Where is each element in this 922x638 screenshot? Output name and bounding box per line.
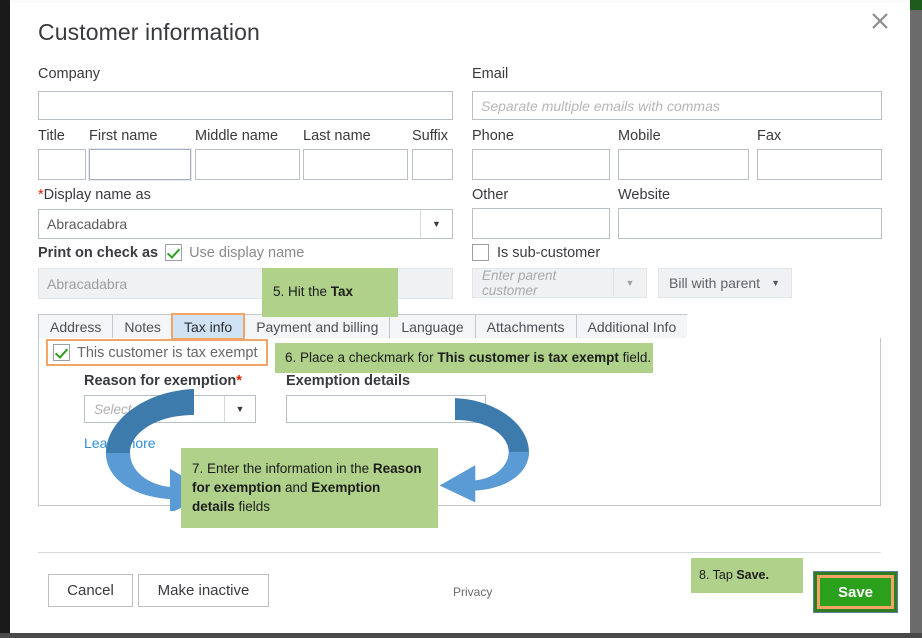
chevron-down-icon: ▼ [771,278,780,288]
reason-placeholder: Select reason [85,396,224,422]
chevron-down-icon[interactable]: ▼ [224,396,255,422]
required-marker: * [236,373,242,389]
other-row-labels: Other Website [472,186,882,206]
close-icon[interactable] [866,7,894,35]
annotation-step-5-bold: Tax [331,284,353,299]
privacy-link[interactable]: Privacy [453,585,492,599]
email-input[interactable] [472,91,882,120]
annotation-step-7-mid: and [281,480,311,495]
tab-attachments[interactable]: Attachments [475,314,576,339]
email-label: Email [472,65,508,83]
footer-divider [38,552,881,553]
other-row-inputs [472,208,882,240]
save-button[interactable]: Save [817,575,894,609]
last-name-input[interactable] [303,149,408,180]
annotation-step-6: 6. Place a checkmark for This customer i… [275,343,653,373]
display-name-label-text: Display name as [44,187,151,203]
exemption-details-input[interactable] [286,395,486,423]
save-button-highlight: Save [813,571,898,613]
annotation-step-5: 5. Hit the Tax [262,268,398,317]
cancel-button[interactable]: Cancel [48,574,133,607]
make-inactive-button[interactable]: Make inactive [138,574,269,607]
annotation-step-7: 7. Enter the information in the Reason f… [181,448,438,528]
first-name-input[interactable] [89,149,191,180]
learn-more-link[interactable]: Learn more [84,435,156,451]
parent-customer-row: Enter parent customer ▼ Bill with parent… [472,268,792,298]
annotation-step-8-bold: Save. [736,568,769,582]
chevron-down-icon[interactable]: ▼ [420,210,452,238]
mobile-label: Mobile [618,127,749,145]
annotation-step-6-bold: This customer is tax exempt [437,350,619,365]
first-name-label: First name [89,127,191,145]
phone-row-inputs [472,149,882,181]
website-input[interactable] [618,208,882,239]
customer-information-dialog: Customer information Company Title First… [10,3,910,633]
use-display-name-label: Use display name [189,245,304,261]
display-name-select[interactable]: Abracadabra ▼ [38,209,453,239]
middle-name-input[interactable] [195,149,300,180]
phone-label: Phone [472,127,610,145]
annotation-step-6-prefix: 6. Place a checkmark for [285,350,437,365]
sub-customer-row: Is sub-customer [472,244,600,261]
tab-payment-and-billing[interactable]: Payment and billing [244,314,389,339]
tab-tax-info[interactable]: Tax info [172,314,244,339]
title-input[interactable] [38,149,86,180]
tab-additional-info[interactable]: Additional Info [576,314,688,339]
annotation-step-6-suffix: field. [619,350,651,365]
other-input[interactable] [472,208,610,239]
parent-customer-placeholder: Enter parent customer [473,269,613,297]
name-row-inputs [38,149,453,181]
reason-label-text: Reason for exemption [84,373,236,389]
annotation-step-7-suffix: fields [235,499,270,514]
middle-name-label: Middle name [195,127,300,145]
mobile-input[interactable] [618,149,749,180]
parent-customer-select[interactable]: Enter parent customer ▼ [472,268,647,298]
phone-input[interactable] [472,149,610,180]
bill-with-parent-value: Bill with parent [669,275,760,291]
company-input[interactable] [38,91,453,120]
chevron-down-icon[interactable]: ▼ [613,269,646,297]
website-label: Website [618,186,882,204]
annotation-step-8-prefix: 8. Tap [699,568,736,582]
phone-row-labels: Phone Mobile Fax [472,127,882,147]
tab-language[interactable]: Language [389,314,474,339]
name-row-labels: Title First name Middle name Last name S… [38,127,453,147]
tab-address[interactable]: Address [38,314,112,339]
window-bottom-edge [0,633,922,638]
fax-label: Fax [757,127,882,145]
window-right-top-marker [910,0,922,10]
print-on-check-row: Print on check as Use display name [38,244,304,261]
exemption-details-label: Exemption details [286,373,410,389]
reason-for-exemption-select[interactable]: Select reason ▼ [84,395,256,423]
annotation-step-8: 8. Tap Save. [691,558,803,593]
tab-notes[interactable]: Notes [112,314,172,339]
window-right-scrollbar[interactable] [910,0,922,638]
annotation-step-7-prefix: 7. Enter the information in the [192,461,373,476]
title-label: Title [38,127,86,145]
company-label: Company [38,65,100,83]
tab-bar: Address Notes Tax info Payment and billi… [38,314,881,340]
suffix-label: Suffix [412,127,453,145]
page-title: Customer information [38,19,260,46]
annotation-step-5-prefix: 5. Hit the [273,284,331,299]
save-button-label: Save [838,584,873,601]
tax-exempt-checkbox[interactable] [53,344,70,361]
use-display-name-checkbox[interactable] [165,244,182,261]
reason-for-exemption-label: Reason for exemption* [84,373,242,389]
suffix-input[interactable] [412,149,453,180]
display-name-label: *Display name as [38,186,151,204]
window-left-edge [0,0,10,638]
tax-exempt-label: This customer is tax exempt [77,345,258,361]
other-label: Other [472,186,610,204]
fax-input[interactable] [757,149,882,180]
last-name-label: Last name [303,127,408,145]
bill-with-parent-select[interactable]: Bill with parent ▼ [658,268,792,298]
print-on-check-label: Print on check as [38,245,158,261]
is-sub-customer-checkbox[interactable] [472,244,489,261]
tax-exempt-checkbox-highlight[interactable]: This customer is tax exempt [47,340,267,365]
is-sub-customer-label: Is sub-customer [497,245,600,261]
display-name-value: Abracadabra [39,210,420,238]
